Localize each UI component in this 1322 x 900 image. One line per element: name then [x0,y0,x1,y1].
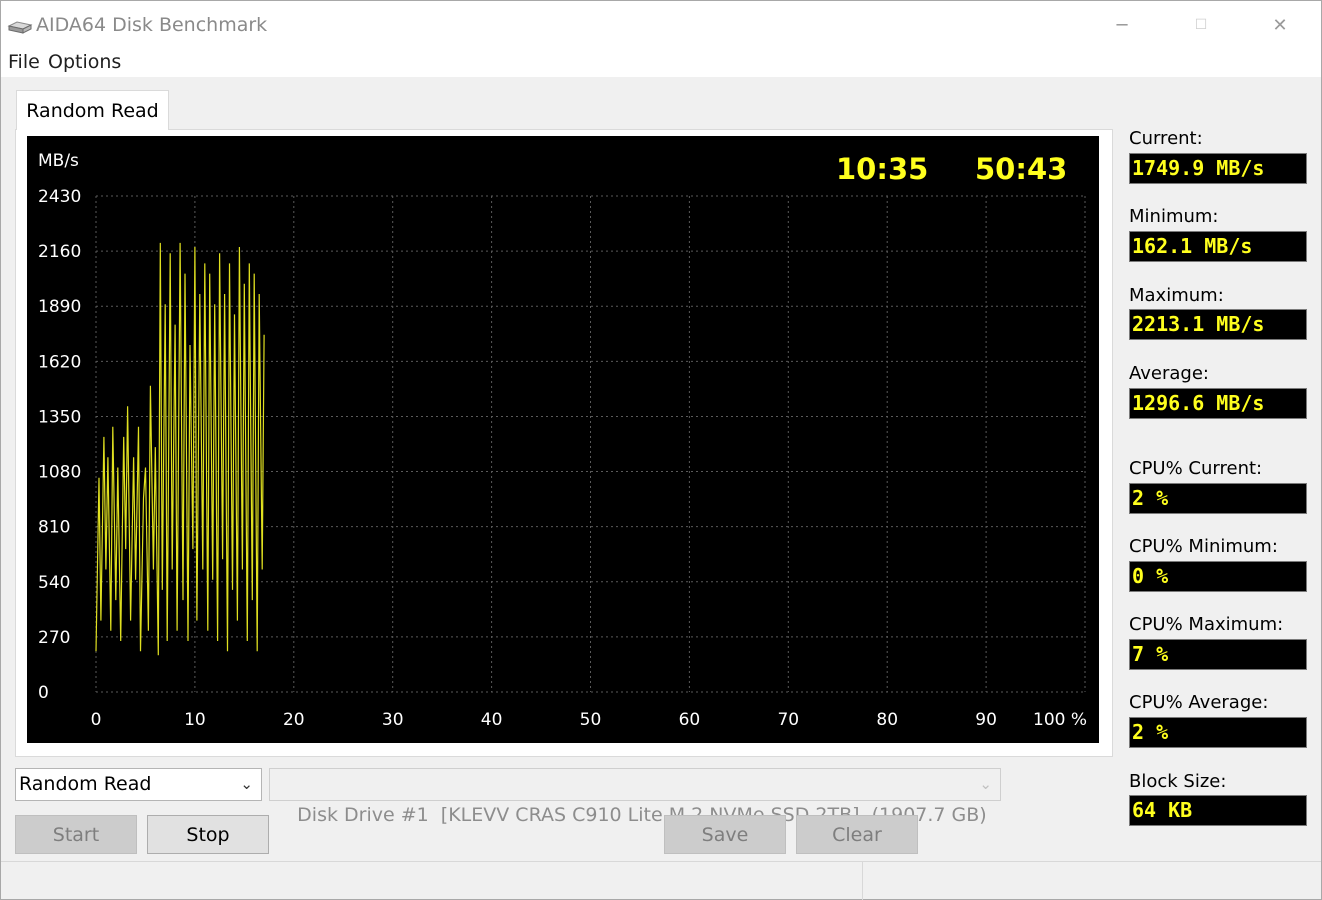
elapsed-time: 10:35 [836,152,928,186]
y-tick-label: 1890 [38,297,81,317]
y-tick-label: 270 [38,628,70,648]
y-tick-label: 1350 [38,407,81,427]
current-value: 1749.9 MB/s [1129,153,1307,184]
x-tick-label: 90 [975,710,997,730]
maximum-value: 2213.1 MB/s [1129,309,1307,340]
drive-select[interactable]: Disk Drive #1 [KLEVV CRAS C910 Lite M.2 … [269,768,1001,826]
cpu-maximum-value: 7 % [1129,639,1307,670]
y-tick-label: 540 [38,573,70,593]
y-tick-label: 1080 [38,463,81,483]
series-line [95,242,265,656]
x-tick-label: 50 [580,710,602,730]
test-type-value: Random Read [19,773,152,795]
y-tick-label: 0 [38,683,49,703]
x-tick-label: 30 [382,710,404,730]
x-tick-label: 100 % [1033,710,1087,730]
y-tick-label: 1620 [38,352,81,372]
status-cell-left [1,862,863,900]
tab-random-read[interactable]: Random Read [16,90,169,130]
test-type-select[interactable]: Random Read ⌄ [15,768,262,801]
menu-file[interactable]: File [8,51,40,73]
window-title: AIDA64 Disk Benchmark [36,14,268,36]
cpu-current-value: 2 % [1129,483,1307,514]
status-bar [1,861,1321,900]
x-tick-label: 40 [481,710,503,730]
chevron-down-icon: ⌄ [240,775,253,793]
y-tick-label: 810 [38,518,70,538]
cpu-current-label: CPU% Current: [1129,458,1263,479]
x-tick-label: 20 [283,710,305,730]
stats-panel: Current: 1749.9 MB/s Minimum: 162.1 MB/s… [1129,1,1319,900]
cpu-average-label: CPU% Average: [1129,692,1269,713]
minimize-icon: ─ [1116,14,1128,36]
block-size-value: 64 KB [1129,795,1307,826]
menu-options[interactable]: Options [48,51,121,73]
x-tick-label: 60 [679,710,701,730]
y-tick-label: 2430 [38,187,81,207]
cpu-minimum-value: 0 % [1129,561,1307,592]
benchmark-window: AIDA64 Disk Benchmark ─ ☐ ✕ File Options… [0,0,1322,900]
cpu-average-value: 2 % [1129,717,1307,748]
y-tick-label: 2160 [38,242,81,262]
x-tick-label: 70 [777,710,799,730]
cpu-maximum-label: CPU% Maximum: [1129,614,1284,635]
stop-button[interactable]: Stop [147,815,269,854]
benchmark-chart: 0 270 540 810 1080 1350 1620 1890 2160 2430 0 10 20 3… [27,136,1099,743]
maximum-label: Maximum: [1129,285,1224,306]
cpu-minimum-label: CPU% Minimum: [1129,536,1278,557]
minimum-value: 162.1 MB/s [1129,231,1307,262]
start-button[interactable]: Start [15,815,137,854]
save-button[interactable]: Save [664,815,786,854]
remaining-time: 50:43 [975,152,1067,186]
average-label: Average: [1129,363,1209,384]
chevron-down-icon: ⌄ [979,775,992,793]
title-bar: AIDA64 Disk Benchmark ─ ☐ ✕ [1,1,1321,47]
average-value: 1296.6 MB/s [1129,388,1307,419]
disk-app-icon [7,21,33,34]
x-tick-label: 10 [184,710,206,730]
block-size-label: Block Size: [1129,771,1227,792]
minimum-label: Minimum: [1129,206,1219,227]
current-label: Current: [1129,128,1203,149]
y-axis-label: MB/s [38,151,79,171]
menu-bar: File Options [1,47,1321,77]
chart-svg: 0 270 540 810 1080 1350 1620 1890 2160 2430 0 10 20 3… [38,151,1087,730]
clear-button[interactable]: Clear [796,815,918,854]
x-tick-label: 80 [876,710,898,730]
x-tick-label: 0 [91,710,102,730]
